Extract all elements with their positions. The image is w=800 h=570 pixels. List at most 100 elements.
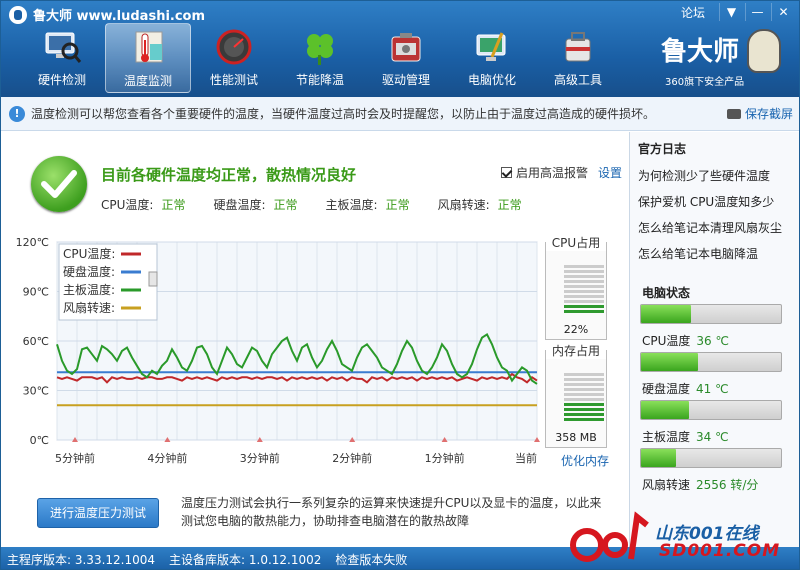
meter-segment (564, 280, 604, 283)
pc-status-label: CPU温度 36 ℃ (642, 332, 729, 349)
save-screenshot-link[interactable]: 保存截屏 (726, 105, 793, 122)
info-text: 温度检测可以帮您查看各个重要硬件的温度，当硬件温度过高时会及时提醒您，以防止由于… (31, 107, 656, 121)
status-summary: CPU温度: 正常 硬盘温度: 正常 主板温度: 正常 风扇转速: 正常 (101, 196, 542, 213)
legend-label: 硬盘温度: (63, 264, 115, 279)
meter-segment (564, 408, 604, 411)
pc-status-label-text: 风扇转速 (642, 478, 691, 492)
meter-segment (564, 388, 604, 391)
nav-temperature-monitor[interactable]: 温度监测 (105, 23, 191, 93)
fan-status-label: 风扇转速: (437, 198, 490, 212)
alarm-checkbox[interactable] (501, 167, 512, 178)
watermark: 山东001在线 SD001.COM (565, 511, 795, 567)
menu-dropdown-icon[interactable]: ▼ (719, 3, 743, 21)
toolbox-icon (391, 33, 421, 62)
pc-status-label: 主板温度 34 ℃ (642, 428, 729, 445)
log-item[interactable]: 怎么给笔记本清理风扇灰尘 (638, 221, 799, 235)
legend-collapse-icon (148, 271, 158, 287)
pc-status-value: 2556 转/分 (696, 478, 759, 492)
nav-pc-optimize[interactable]: 电脑优化 (449, 23, 535, 93)
clover-icon (307, 34, 333, 65)
window-controls: 论坛 ▼ — ✕ (681, 3, 795, 21)
cpu-status-value: 正常 (161, 198, 186, 212)
alarm-settings-link[interactable]: 设置 (598, 164, 622, 181)
y-tick-label: 90℃ (23, 286, 49, 299)
y-tick-label: 30℃ (23, 385, 49, 398)
status-title: 目前各硬件温度均正常，散热情况良好 (101, 166, 357, 184)
pc-status-bar-fill (641, 353, 699, 371)
nav-energy-saving[interactable]: 节能降温 (277, 23, 363, 93)
monitor-magnifier-icon (45, 32, 82, 63)
pc-status-label-text: CPU温度 (642, 334, 691, 348)
meter-segment (564, 403, 604, 406)
x-tick-label: 当前 (515, 451, 537, 465)
pc-status-bar-fill (641, 401, 689, 419)
pc-status-value: 36 ℃ (696, 334, 729, 348)
ok-check-icon (31, 156, 87, 212)
pc-status-label: 硬盘温度 41 ℃ (642, 380, 729, 397)
log-item[interactable]: 保护爱机 CPU温度知多少 (638, 195, 799, 209)
pc-status-bar-fill (641, 449, 676, 467)
pc-status-bar (640, 304, 782, 324)
pc-status-bar (640, 400, 782, 420)
camera-icon (726, 108, 741, 119)
nav-label: 驱动管理 (381, 73, 430, 87)
minimize-icon[interactable]: — (745, 3, 769, 21)
nav-advanced-tools[interactable]: 高级工具 (535, 23, 621, 93)
meter-segment (564, 378, 604, 381)
pc-status-title: 电脑状态 (642, 286, 691, 300)
optimize-memory-link[interactable]: 优化内存 (561, 452, 609, 469)
toolkit-icon (565, 32, 591, 62)
brand-name: 鲁大师 (661, 37, 740, 67)
y-tick-label: 60℃ (23, 335, 49, 348)
memory-usage-value: 358 MB (555, 431, 597, 444)
info-icon: ! (9, 105, 25, 122)
save-screenshot-label: 保存截屏 (744, 107, 793, 121)
cpu-usage-card: CPU占用 22% (545, 234, 607, 340)
pc-status-bar (640, 352, 782, 372)
meter-segment (564, 270, 604, 273)
legend-label: 主板温度: (63, 282, 115, 297)
meter-segment (564, 398, 604, 401)
db-version: 主设备库版本: 1.0.12.1002 (169, 552, 322, 567)
pc-status-label-text: 硬盘温度 (642, 382, 691, 396)
thermometer-icon (135, 31, 163, 63)
forum-link[interactable]: 论坛 (681, 4, 705, 21)
meter-segment (564, 265, 604, 268)
high-temp-alarm-toggle[interactable]: 启用高温报警 设置 (501, 164, 622, 181)
main-version: 主程序版本: 3.33.12.1004 (7, 552, 156, 567)
x-tick-label: 1分钟前 (425, 451, 465, 465)
nav-driver-management[interactable]: 驱动管理 (363, 23, 449, 93)
check-version-status[interactable]: 检查版本失败 (335, 551, 407, 568)
watermark-logo-icon (570, 511, 649, 562)
stress-test-button[interactable]: 进行温度压力测试 (37, 498, 159, 528)
meter-segment (564, 295, 604, 298)
board-status-value: 正常 (385, 198, 410, 212)
legend-label: CPU温度: (63, 246, 115, 261)
log-item[interactable]: 为何检测少了些硬件温度 (638, 169, 799, 183)
cpu-status-label: CPU温度: (101, 198, 154, 212)
nav-label: 硬件检测 (37, 73, 86, 87)
x-tick-label: 5分钟前 (55, 451, 95, 465)
app-window: 鲁大师 www.ludashi.com 论坛 ▼ — ✕ 硬件检测 温度监测 性… (0, 0, 800, 570)
log-item[interactable]: 怎么给笔记本电脑降温 (638, 247, 799, 261)
window-title-text: 鲁大师 www.ludashi.com (33, 9, 206, 24)
stress-test-description: 温度压力测试会执行一系列复杂的运算来快速提升CPU以及显卡的温度，以此来测试您电… (181, 496, 602, 528)
meter-segment (564, 373, 604, 376)
official-log-title: 官方日志 (638, 142, 687, 156)
board-status-label: 主板温度: (325, 198, 378, 212)
temperature-chart: 120℃ 90℃ 60℃ 30℃ 0℃ 5分钟前 4分钟前 3分钟前 2分钟前 1分钟前 当前 CPU… (16, 236, 540, 465)
nav-performance-test[interactable]: 性能测试 (191, 23, 277, 93)
alarm-label: 启用高温报警 (516, 166, 589, 180)
brand-subtitle: 360旗下安全产品 (665, 77, 745, 88)
nav-hardware-detect[interactable]: 硬件检测 (19, 23, 105, 93)
nav-label: 高级工具 (553, 73, 602, 87)
info-bar: ! 温度检测可以帮您查看各个重要硬件的温度，当硬件温度过高时会及时提醒您，以防止… (1, 97, 799, 131)
right-sidebar: 官方日志 为何检测少了些硬件温度 保护爱机 CPU温度知多少 怎么给笔记本清理风… (629, 132, 799, 547)
cpu-usage-value: 22% (563, 323, 589, 336)
close-icon[interactable]: ✕ (771, 3, 795, 21)
disk-status-value: 正常 (273, 198, 298, 212)
pc-status-bar (640, 448, 782, 468)
gauge-icon (216, 29, 252, 65)
main-nav: 硬件检测 温度监测 性能测试 节能降温 驱动管理 电脑优化 高级工具 (19, 23, 621, 93)
meter-segment (564, 290, 604, 293)
